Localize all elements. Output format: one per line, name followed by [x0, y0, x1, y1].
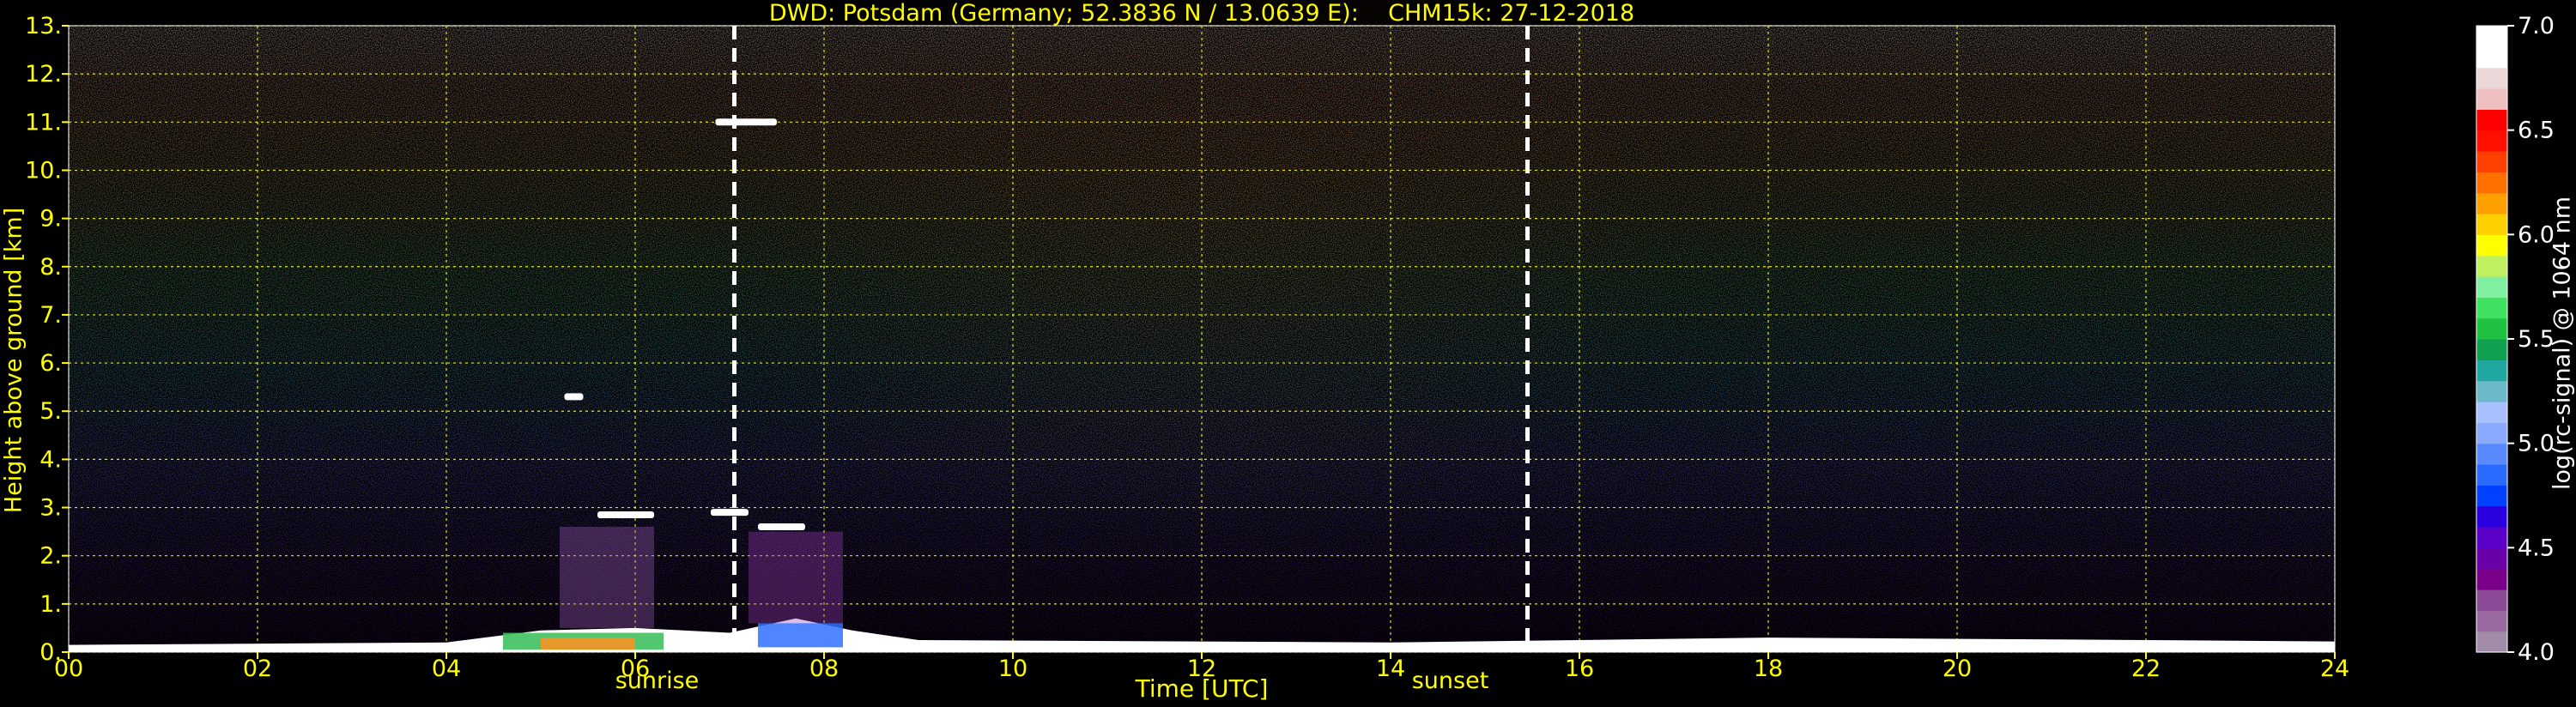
colorbar-tick-label: 7.0: [2518, 13, 2555, 39]
colorbar-segment: [2476, 255, 2507, 277]
colorbar-tick-label: 5.0: [2518, 431, 2555, 457]
colorbar-segment: [2476, 192, 2507, 215]
precip-column-2: [749, 531, 843, 624]
colorbar-segment: [2476, 527, 2507, 548]
x-tick-label: 14: [1376, 656, 1405, 682]
colorbar-segment: [2476, 485, 2507, 507]
colorbar-segment: [2476, 464, 2507, 486]
x-tick-label: 04: [432, 656, 461, 682]
y-tick-label: 1.: [39, 591, 62, 618]
colorbar-segment: [2476, 109, 2507, 131]
y-tick-label: 4.: [39, 446, 62, 473]
y-tick-label: 12.: [25, 61, 62, 88]
colorbar-tick-label: 4.5: [2518, 535, 2555, 561]
cloud-layer: [758, 523, 805, 530]
colorbar-segment: [2476, 589, 2507, 611]
x-tick-label: 18: [1754, 656, 1783, 682]
x-tick-label: 06: [621, 656, 650, 682]
x-tick-label: 20: [1943, 656, 1972, 682]
cloud-layer: [711, 509, 749, 517]
y-tick-label: 3.: [39, 495, 62, 522]
x-tick-label: 02: [243, 656, 272, 682]
y-tick-label: 5.: [39, 398, 62, 425]
colorbar-segment: [2476, 46, 2507, 69]
y-tick-label: 11.: [25, 109, 62, 136]
colorbar-segment: [2476, 339, 2507, 360]
y-tick-label: 9.: [39, 206, 62, 233]
x-tick-label: 24: [2320, 656, 2349, 682]
colorbar-segment: [2476, 151, 2507, 172]
colorbar-segment: [2476, 88, 2507, 110]
x-tick-label: 22: [2131, 656, 2161, 682]
colorbar-segment: [2476, 547, 2507, 570]
plot-area: sunrise sunset00 02 04 06 08 10 12 14 16 18 20 22 240…: [25, 0, 2349, 694]
colorbar-segment: [2476, 214, 2507, 235]
colorbar-segment: [2476, 234, 2507, 257]
chart-canvas: sunrise sunset00 02 04 06 08 10 12 14 16 18 20 22 240…: [25, 0, 2555, 694]
y-tick-label: 0.: [39, 639, 62, 666]
x-tick-label: 12: [1187, 656, 1216, 682]
y-tick-label: 2.: [39, 543, 62, 570]
sunset-label: sunset: [1412, 668, 1489, 694]
x-tick-label: 10: [998, 656, 1027, 682]
colorbar: 4.0 4.5 5.0 5.5 6.0 6.5 7.0: [2476, 13, 2555, 666]
colorbar-segment: [2476, 402, 2507, 423]
colorbar-tick-label: 6.5: [2518, 118, 2555, 144]
x-tick-label: 08: [809, 656, 839, 682]
colorbar-segment: [2476, 317, 2507, 340]
colorbar-segment: [2476, 380, 2507, 402]
x-tick-label: 16: [1565, 656, 1594, 682]
colorbar-segment: [2476, 130, 2507, 152]
y-tick-label: 7.: [39, 302, 62, 329]
cloud-layer: [715, 118, 777, 126]
aerosol-layer-2: [758, 623, 843, 648]
colorbar-segment: [2476, 360, 2507, 382]
colorbar-tick-label: 5.5: [2518, 326, 2555, 353]
y-tick-label: 10.: [25, 157, 62, 184]
colorbar-segment: [2476, 631, 2507, 653]
cloud-layer: [597, 511, 654, 518]
y-tick-label: 6.: [39, 350, 62, 377]
colorbar-tick-label: 6.0: [2518, 221, 2555, 248]
colorbar-segment: [2476, 26, 2507, 47]
colorbar-segment: [2476, 443, 2507, 465]
y-tick-label: 13.: [25, 13, 62, 39]
colorbar-segment: [2476, 422, 2507, 444]
cloud-layer: [564, 393, 584, 401]
aerosol-core: [541, 638, 635, 650]
precip-column: [560, 527, 654, 628]
colorbar-tick-label: 4.0: [2518, 639, 2555, 666]
colorbar-segment: [2476, 172, 2507, 194]
colorbar-segment: [2476, 568, 2507, 590]
colorbar-segment: [2476, 505, 2507, 528]
y-tick-label: 8.: [39, 254, 62, 281]
colorbar-segment: [2476, 276, 2507, 298]
colorbar-segment: [2476, 610, 2507, 632]
colorbar-segment: [2476, 297, 2507, 319]
colorbar-segment: [2476, 67, 2507, 89]
